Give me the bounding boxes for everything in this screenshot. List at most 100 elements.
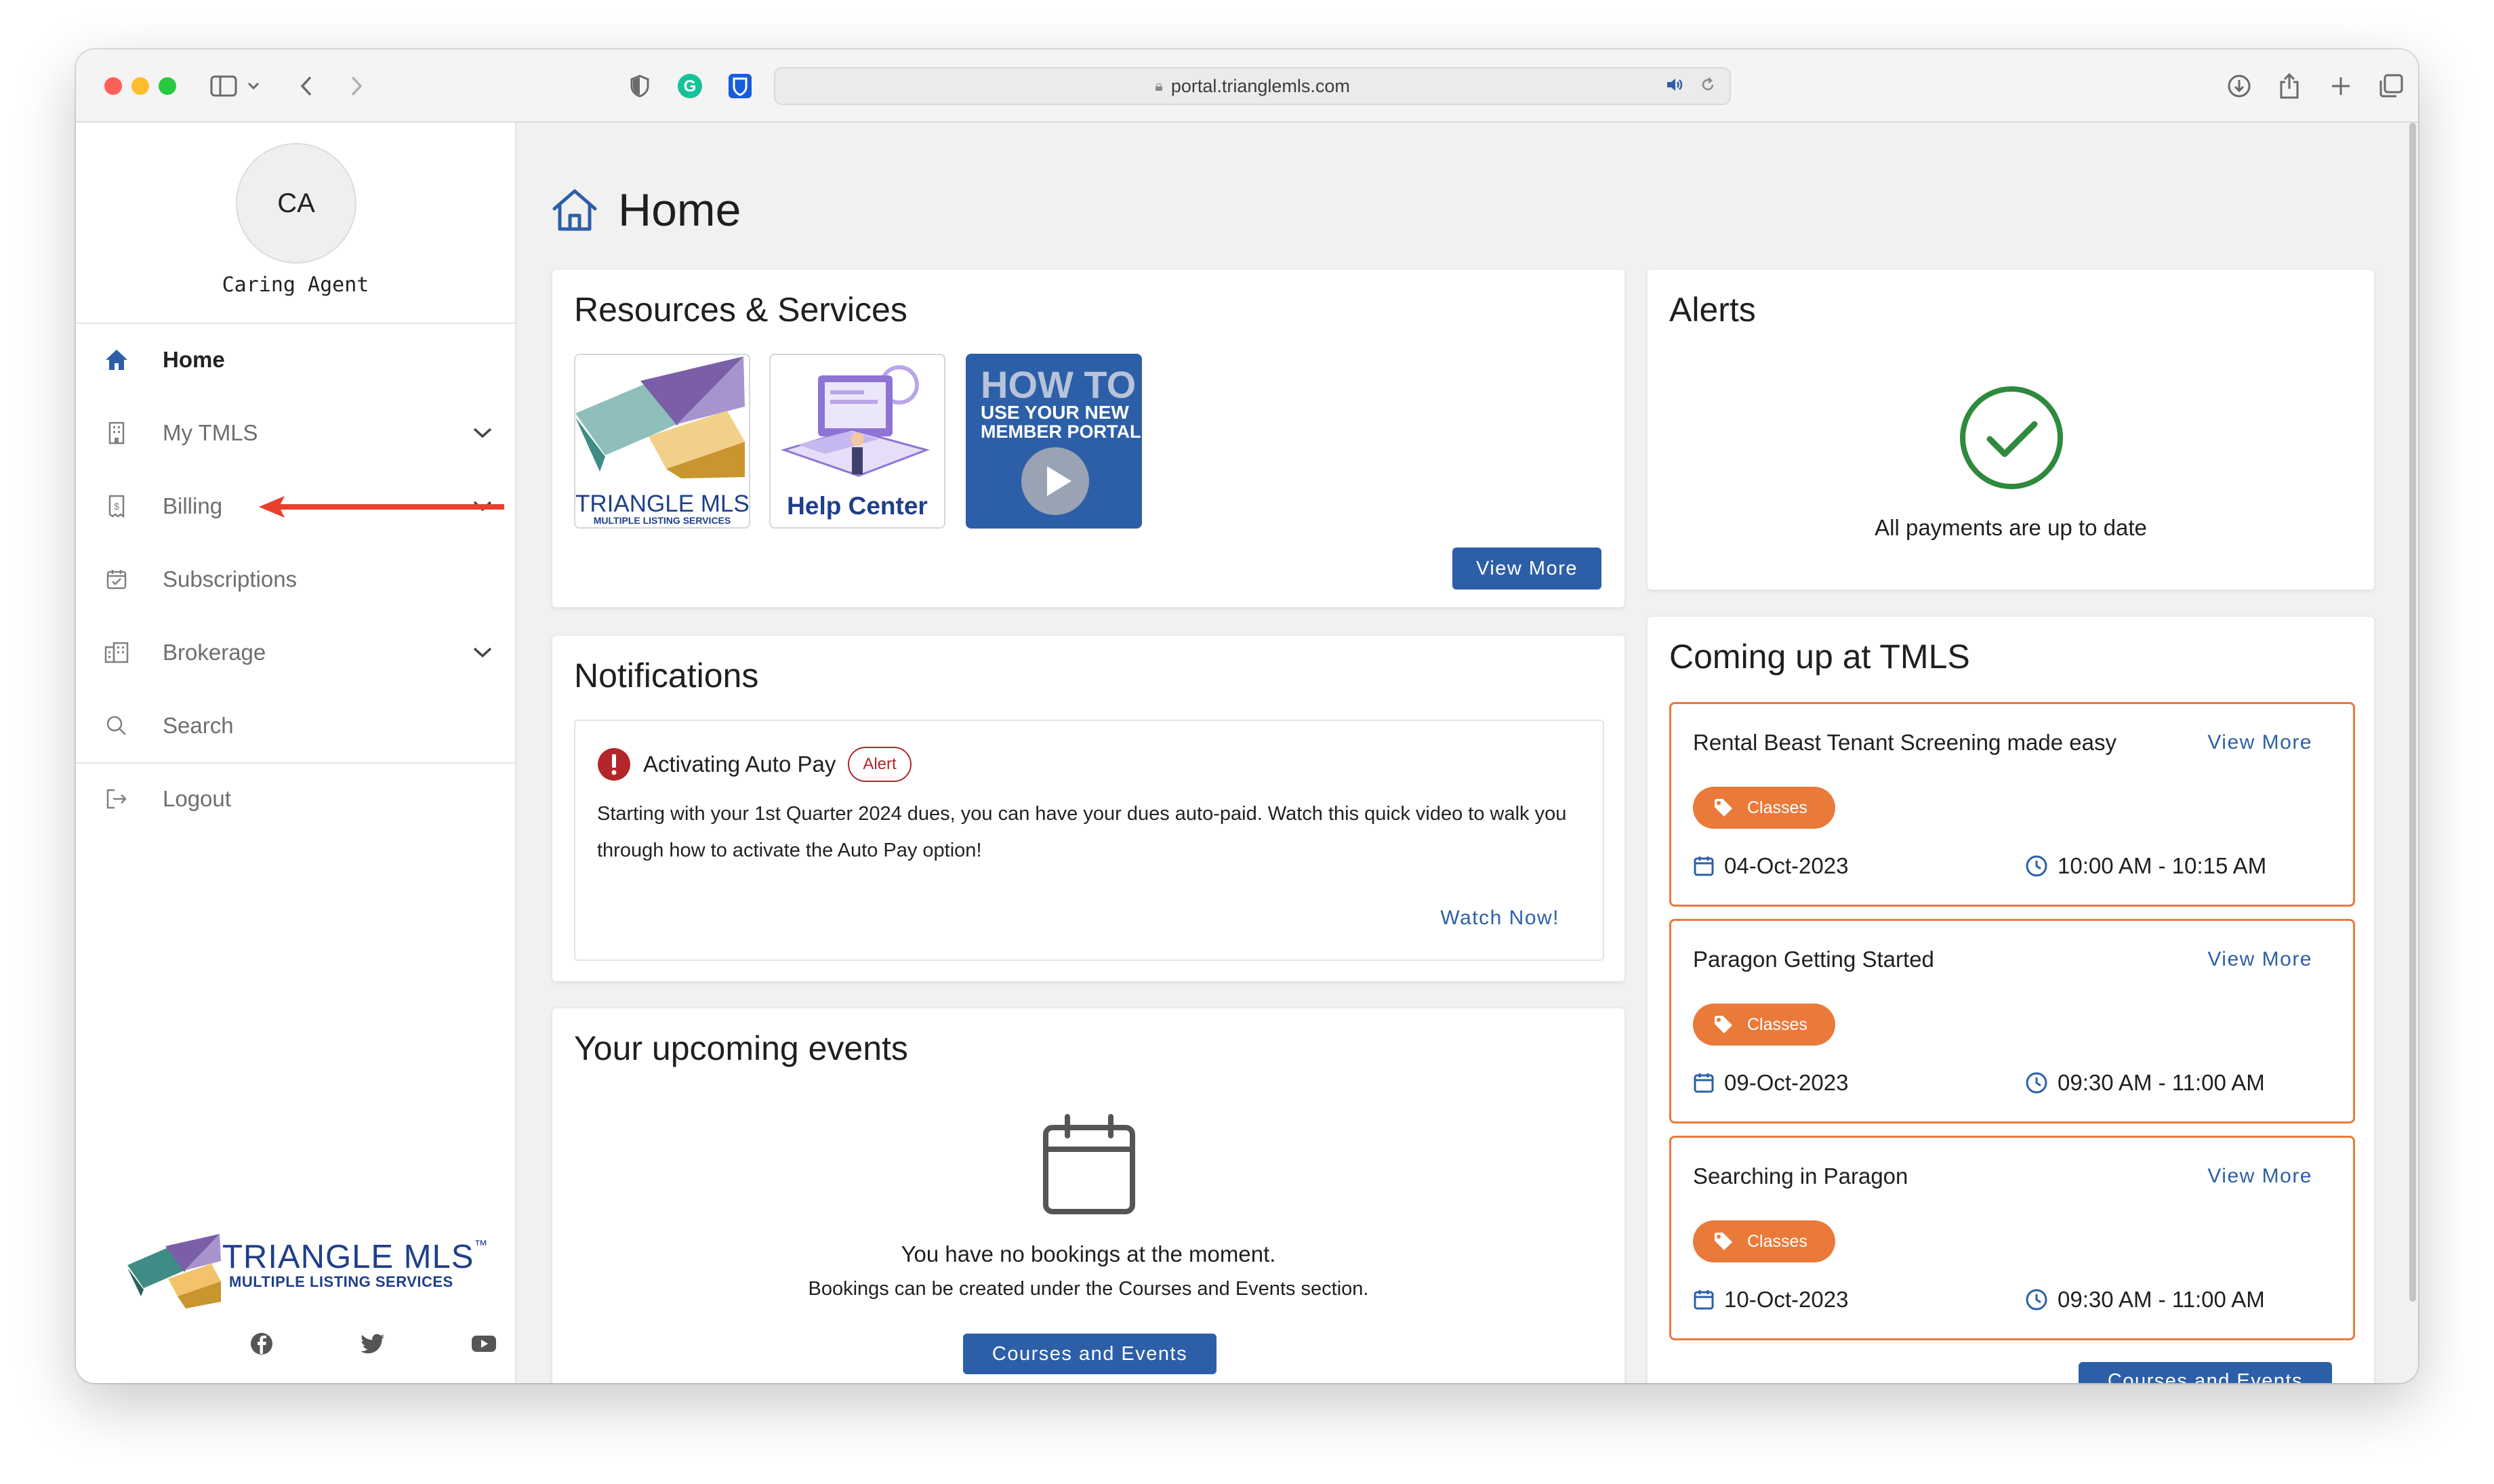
page-content: CA Caring Agent Home My TMLS $ Billing S… [76, 123, 2418, 1383]
facebook-icon[interactable] [248, 1330, 275, 1357]
browser-window: G 🔒︎ portal.trianglemls.com CA Caring Ag… [76, 49, 2418, 1383]
page-title-text: Home [618, 184, 741, 236]
alerts-card: Alerts All payments are up to date [1647, 269, 2375, 590]
event-tag: Classes [1693, 787, 1835, 829]
tag-icon [1715, 1233, 1732, 1250]
calendar-check-icon [103, 566, 130, 593]
divider [76, 762, 516, 764]
receipt-icon: $ [103, 493, 130, 520]
tile-how-to-line3: MEMBER PORTAL [981, 421, 1141, 442]
chevron-down-icon[interactable] [469, 639, 496, 666]
resources-card: Resources & Services TRIANGLE MLS MULTIP… [552, 269, 1625, 608]
page-scrollbar[interactable] [2407, 123, 2418, 1383]
sidebar-item-home[interactable]: Home [76, 326, 516, 394]
tile-triangle-mls[interactable]: TRIANGLE MLS MULTIPLE LISTING SERVICES [574, 354, 750, 529]
event-time: 09:30 AM - 11:00 AM [2025, 1070, 2265, 1096]
event-date: 09-Oct-2023 [1693, 1070, 1848, 1096]
password-manager-icon[interactable] [727, 70, 754, 102]
logo-trademark: ™ [474, 1238, 489, 1253]
minimize-window-button[interactable] [131, 77, 149, 95]
address-bar[interactable]: 🔒︎ portal.trianglemls.com [774, 67, 1731, 105]
sidebar-item-subscriptions[interactable]: Subscriptions [76, 545, 516, 613]
courses-and-events-button[interactable]: Courses and Events [2079, 1362, 2332, 1383]
event-time-text: 09:30 AM - 11:00 AM [2058, 1287, 2265, 1312]
avatar[interactable]: CA [236, 143, 356, 264]
watch-now-link[interactable]: Watch Now! [1440, 907, 1559, 930]
logo-title: TRIANGLE MLS [222, 1239, 474, 1275]
coming-up-card: Coming up at TMLS Rental Beast Tenant Sc… [1647, 616, 2375, 1383]
alert-icon [598, 748, 630, 781]
event-tag: Classes [1693, 1220, 1835, 1262]
svg-text:G: G [684, 77, 697, 96]
event-tag-label: Classes [1747, 1014, 1807, 1034]
event-time-text: 10:00 AM - 10:15 AM [2058, 853, 2267, 878]
new-tab-icon[interactable] [2326, 70, 2356, 102]
event-view-more-link[interactable]: View More [2207, 1165, 2312, 1188]
share-icon[interactable] [2274, 70, 2304, 102]
calendar-icon [1694, 1073, 1714, 1093]
event-time: 09:30 AM - 11:00 AM [2025, 1287, 2265, 1313]
sidebar-item-label: Logout [163, 786, 231, 811]
event-card: Rental Beast Tenant Screening made easy … [1669, 702, 2355, 907]
sidebar-item-label: My TMLS [163, 420, 258, 445]
event-tag-label: Classes [1747, 798, 1807, 817]
clock-icon [2026, 855, 2047, 877]
event-time: 10:00 AM - 10:15 AM [2025, 853, 2266, 879]
sidebar-item-brokerage[interactable]: Brokerage [76, 619, 516, 686]
chevron-down-icon[interactable] [245, 70, 262, 102]
grammarly-icon[interactable]: G [676, 70, 703, 102]
view-more-button[interactable]: View More [1452, 548, 1601, 590]
tab-overview-icon[interactable] [2376, 70, 2406, 102]
sidebar-item-label: Billing [163, 493, 223, 518]
event-date: 10-Oct-2023 [1693, 1287, 1848, 1313]
speaker-icon[interactable] [1666, 77, 1683, 98]
tile-how-to-video[interactable]: HOW TO USE YOUR NEW MEMBER PORTAL [966, 354, 1142, 529]
forward-icon[interactable] [343, 70, 370, 102]
shield-icon[interactable] [626, 70, 653, 102]
annotation-arrow [259, 496, 504, 518]
event-date: 04-Oct-2023 [1693, 853, 1848, 879]
sidebar-item-my-tmls[interactable]: My TMLS [76, 399, 516, 467]
notification-title: Activating Auto Pay [643, 751, 836, 777]
clock-icon [2026, 1289, 2047, 1311]
event-date-text: 09-Oct-2023 [1724, 1070, 1849, 1095]
scrollbar-thumb[interactable] [2409, 123, 2416, 1302]
tile-triangle-mls-title: TRIANGLE MLS [575, 491, 750, 517]
logout-icon [103, 785, 130, 812]
youtube-icon[interactable] [470, 1330, 497, 1357]
home-icon [103, 346, 130, 373]
close-window-button[interactable] [104, 77, 122, 95]
clock-icon [2026, 1072, 2047, 1094]
building-icon [103, 419, 130, 447]
event-title: Searching in Paragon [1693, 1163, 1908, 1189]
alert-badge: Alert [848, 747, 912, 782]
reload-icon[interactable] [1700, 77, 1716, 98]
tile-help-center[interactable]: Help Center [769, 354, 945, 529]
back-icon[interactable] [293, 70, 320, 102]
download-icon[interactable] [2224, 70, 2254, 102]
tile-triangle-mls-subtitle: MULTIPLE LISTING SERVICES [593, 515, 731, 526]
zoom-window-button[interactable] [159, 77, 176, 95]
sidebar-item-logout[interactable]: Logout [76, 765, 516, 833]
twitter-icon[interactable] [359, 1330, 386, 1357]
event-view-more-link[interactable]: View More [2207, 731, 2312, 754]
chevron-down-icon[interactable] [469, 419, 496, 447]
svg-text:$: $ [114, 501, 119, 512]
event-card: Searching in Paragon View More Classes 1… [1669, 1136, 2355, 1340]
event-tag: Classes [1693, 1004, 1835, 1046]
page-title: Home [550, 184, 741, 236]
event-time-text: 09:30 AM - 11:00 AM [2058, 1070, 2265, 1095]
coming-up-title: Coming up at TMLS [1669, 638, 1970, 676]
search-icon [103, 712, 130, 739]
check-circle-icon [1960, 386, 2063, 489]
user-name: Caring Agent [222, 273, 369, 297]
divider [76, 323, 516, 324]
courses-and-events-button[interactable]: Courses and Events [963, 1334, 1217, 1374]
triangle-mls-logo: TRIANGLE MLS™ MULTIPLE LISTING SERVICES [127, 1234, 487, 1308]
play-icon[interactable] [1020, 446, 1090, 516]
calendar-icon [1694, 1290, 1714, 1310]
sidebar-toggle-icon[interactable] [209, 70, 239, 102]
event-view-more-link[interactable]: View More [2207, 948, 2312, 971]
sidebar-item-search[interactable]: Search [76, 692, 516, 760]
event-date-text: 10-Oct-2023 [1724, 1287, 1849, 1312]
